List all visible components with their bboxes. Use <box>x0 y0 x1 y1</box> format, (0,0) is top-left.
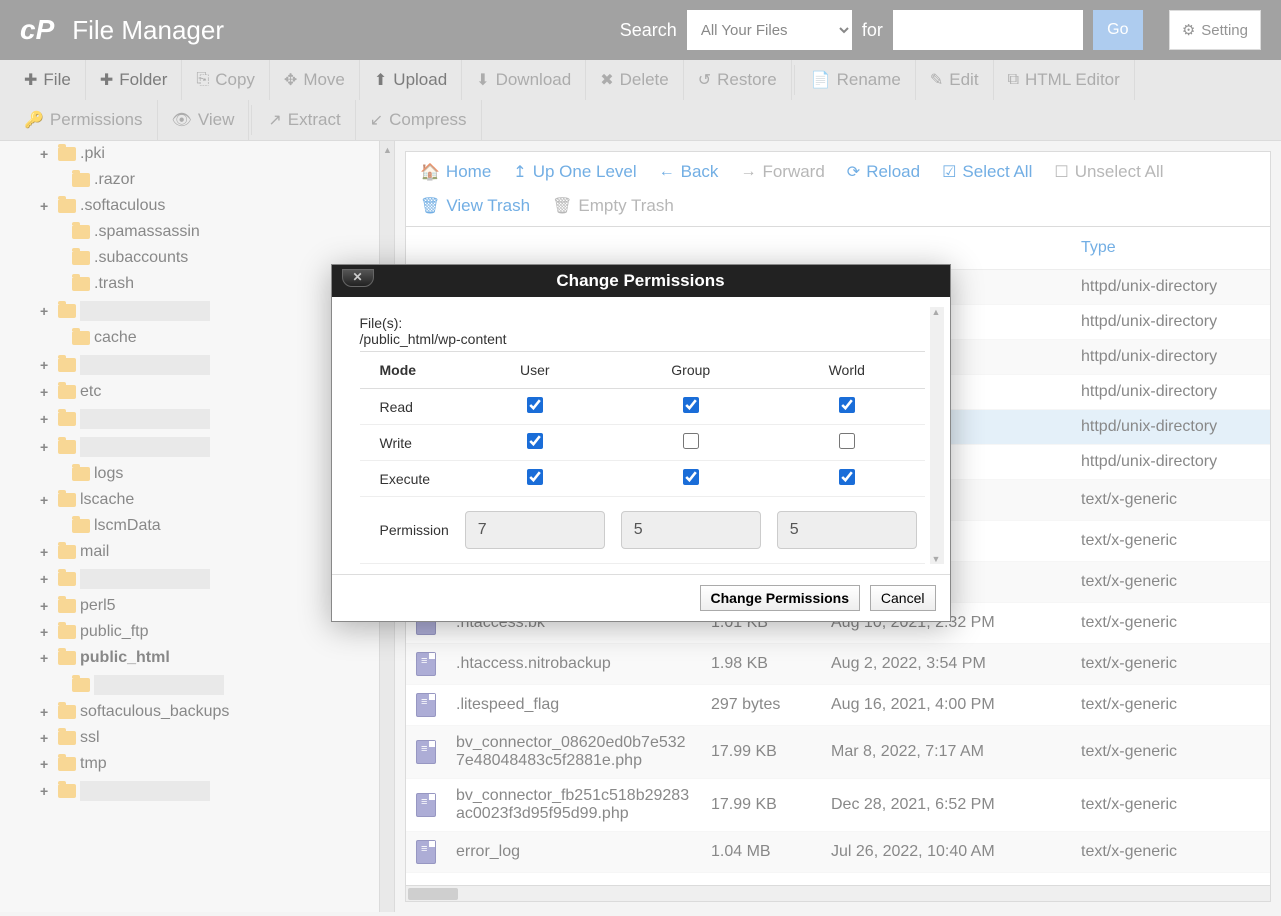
permission-group-input[interactable] <box>621 511 761 549</box>
execute-user-checkbox[interactable] <box>527 469 543 485</box>
permission-user-input[interactable] <box>465 511 605 549</box>
dialog-body: File(s): /public_html/wp-content Mode Us… <box>332 297 950 574</box>
files-path: /public_html/wp-content <box>360 331 922 347</box>
execute-world-checkbox[interactable] <box>839 469 855 485</box>
change-permissions-submit-button[interactable]: Change Permissions <box>700 585 861 611</box>
read-world-checkbox[interactable] <box>839 397 855 413</box>
read-user-checkbox[interactable] <box>527 397 543 413</box>
read-group-checkbox[interactable] <box>683 397 699 413</box>
dialog-header: ✕ Change Permissions <box>332 265 950 297</box>
modal-overlay: ✕ Change Permissions File(s): /public_ht… <box>0 0 1281 916</box>
dialog-scrollbar[interactable] <box>930 307 944 564</box>
write-group-checkbox[interactable] <box>683 433 699 449</box>
write-label: Write <box>360 425 457 461</box>
read-label: Read <box>360 389 457 425</box>
write-user-checkbox[interactable] <box>527 433 543 449</box>
permissions-table: Mode User Group World Read Write <box>360 351 925 564</box>
files-label: File(s): <box>360 315 922 331</box>
user-header: User <box>457 352 613 389</box>
cancel-button[interactable]: Cancel <box>870 585 936 611</box>
mode-header: Mode <box>360 352 457 389</box>
change-permissions-dialog: ✕ Change Permissions File(s): /public_ht… <box>331 264 951 622</box>
write-world-checkbox[interactable] <box>839 433 855 449</box>
permission-label: Permission <box>360 497 457 564</box>
execute-label: Execute <box>360 461 457 497</box>
dialog-title: Change Permissions <box>556 271 724 290</box>
dialog-footer: Change Permissions Cancel <box>332 574 950 621</box>
permission-world-input[interactable] <box>777 511 917 549</box>
world-header: World <box>769 352 925 389</box>
execute-group-checkbox[interactable] <box>683 469 699 485</box>
group-header: Group <box>613 352 769 389</box>
close-icon[interactable]: ✕ <box>342 269 374 287</box>
